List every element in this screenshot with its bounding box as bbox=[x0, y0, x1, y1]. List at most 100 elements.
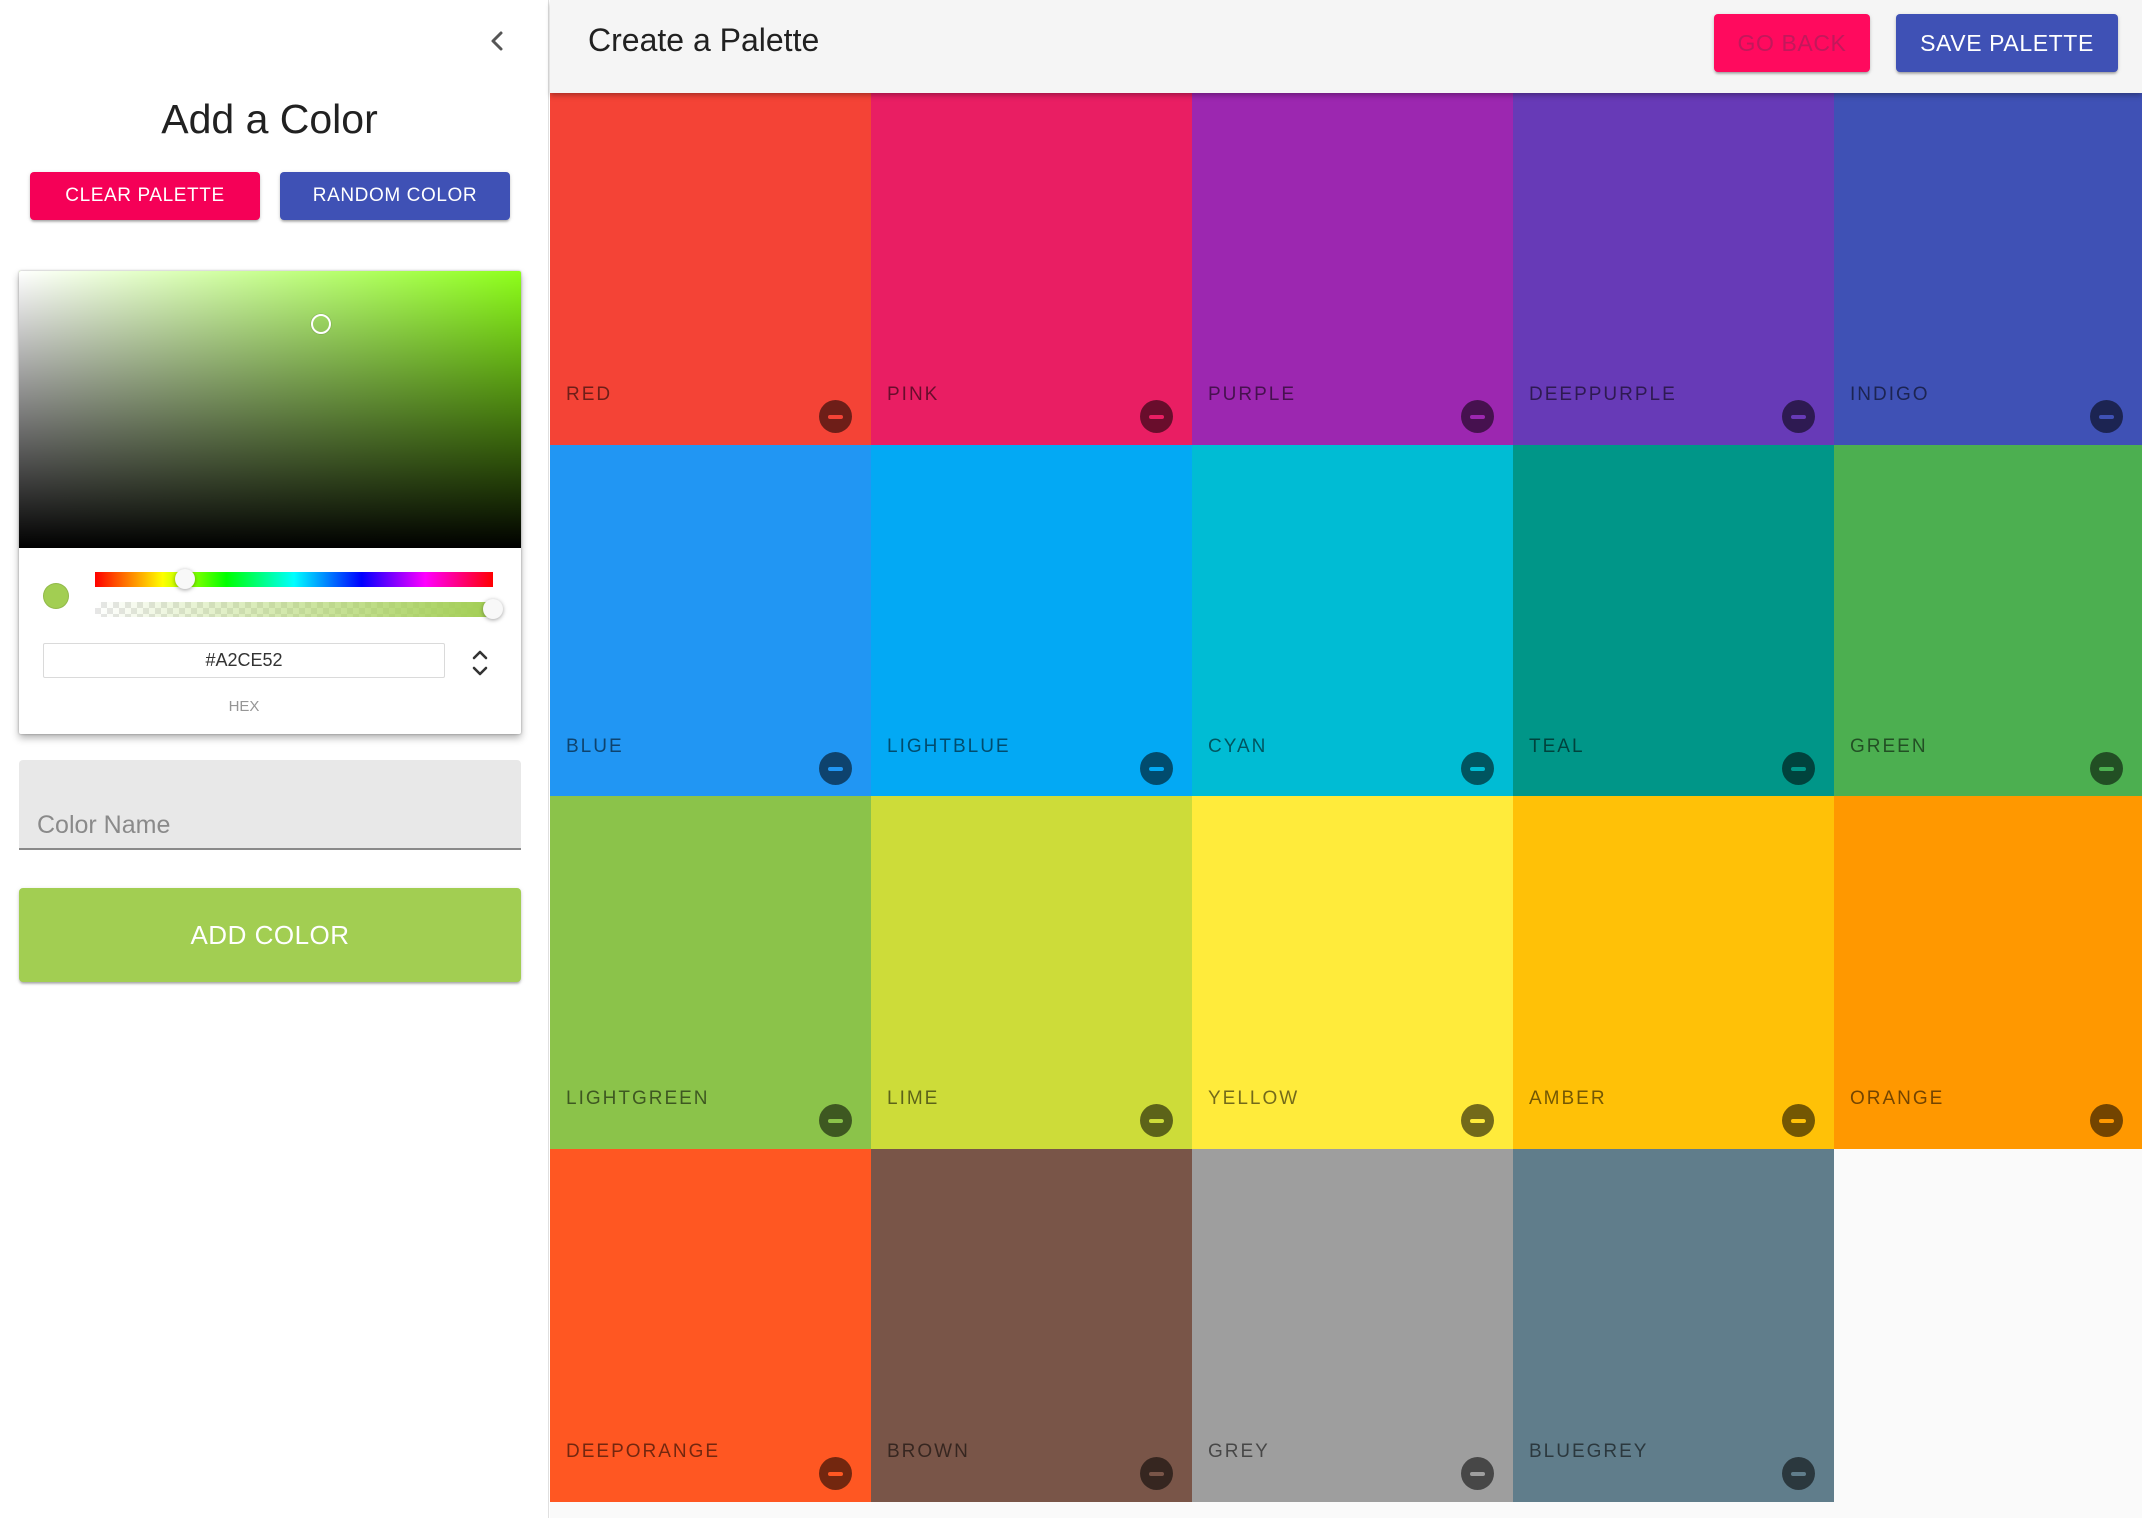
color-box-name: ORANGE bbox=[1850, 1088, 1945, 1109]
delete-color-button[interactable] bbox=[819, 400, 852, 433]
color-box[interactable]: RED bbox=[550, 93, 871, 445]
color-box[interactable]: TEAL bbox=[1513, 445, 1834, 797]
delete-color-button[interactable] bbox=[1461, 752, 1494, 785]
color-box[interactable]: AMBER bbox=[1513, 796, 1834, 1149]
hex-label: HEX bbox=[228, 698, 260, 715]
saturation-pointer[interactable] bbox=[311, 314, 331, 334]
color-box-name: INDIGO bbox=[1850, 384, 1930, 405]
delete-color-button[interactable] bbox=[1782, 1104, 1815, 1137]
color-box[interactable]: LIME bbox=[871, 796, 1192, 1149]
delete-color-button[interactable] bbox=[819, 752, 852, 785]
minus-icon bbox=[828, 414, 843, 419]
drawer: Add a Color CLEAR PALETTE RANDOM COLOR H… bbox=[0, 0, 549, 1518]
delete-color-button[interactable] bbox=[819, 1457, 852, 1490]
color-box[interactable]: GREY bbox=[1192, 1149, 1513, 1502]
hue-slider[interactable] bbox=[95, 569, 493, 589]
minus-icon bbox=[1791, 1118, 1806, 1123]
color-box[interactable]: LIGHTBLUE bbox=[871, 445, 1192, 797]
minus-icon bbox=[828, 1118, 843, 1123]
color-box-name: LIGHTGREEN bbox=[566, 1088, 710, 1109]
minus-icon bbox=[1791, 766, 1806, 771]
minus-icon bbox=[1149, 414, 1164, 419]
minus-icon bbox=[1149, 1118, 1164, 1123]
delete-color-button[interactable] bbox=[1140, 752, 1173, 785]
color-box[interactable]: PINK bbox=[871, 93, 1192, 445]
app-bar: Create a Palette GO BACK SAVE PALETTE bbox=[550, 0, 2142, 93]
color-box-name: LIGHTBLUE bbox=[887, 736, 1011, 757]
delete-color-button[interactable] bbox=[1461, 1104, 1494, 1137]
drawer-title: Add a Color bbox=[161, 96, 378, 142]
current-color-swatch bbox=[43, 583, 69, 609]
collapse-drawer-button[interactable] bbox=[482, 26, 512, 56]
minus-icon bbox=[1470, 766, 1485, 771]
minus-icon bbox=[1791, 414, 1806, 419]
color-box-name: AMBER bbox=[1529, 1088, 1607, 1109]
delete-color-button[interactable] bbox=[2090, 1104, 2123, 1137]
delete-color-button[interactable] bbox=[1461, 1457, 1494, 1490]
color-name-input[interactable] bbox=[19, 760, 521, 848]
color-box-name: LIME bbox=[887, 1088, 940, 1109]
color-box[interactable]: YELLOW bbox=[1192, 796, 1513, 1149]
delete-color-button[interactable] bbox=[1140, 1104, 1173, 1137]
delete-color-button[interactable] bbox=[819, 1104, 852, 1137]
color-box-name: RED bbox=[566, 384, 613, 405]
delete-color-button[interactable] bbox=[1782, 400, 1815, 433]
color-box-name: BLUEGREY bbox=[1529, 1441, 1649, 1462]
color-box[interactable]: ORANGE bbox=[1834, 796, 2142, 1149]
delete-color-button[interactable] bbox=[1782, 1457, 1815, 1490]
color-picker: HEX bbox=[19, 271, 521, 734]
up-down-chevron-icon bbox=[472, 650, 488, 676]
delete-color-button[interactable] bbox=[1140, 400, 1173, 433]
color-box[interactable]: CYAN bbox=[1192, 445, 1513, 797]
minus-icon bbox=[1470, 414, 1485, 419]
color-box-name: CYAN bbox=[1208, 736, 1268, 757]
minus-icon bbox=[1149, 1471, 1164, 1476]
color-box[interactable]: GREEN bbox=[1834, 445, 2142, 797]
delete-color-button[interactable] bbox=[2090, 752, 2123, 785]
color-box-name: PINK bbox=[887, 384, 940, 405]
hue-slider-handle[interactable] bbox=[175, 569, 195, 589]
minus-icon bbox=[2099, 414, 2114, 419]
alpha-slider-handle[interactable] bbox=[483, 599, 503, 619]
color-box-name: GREY bbox=[1208, 1441, 1270, 1462]
minus-icon bbox=[1149, 766, 1164, 771]
save-palette-button[interactable]: SAVE PALETTE bbox=[1896, 14, 2118, 72]
color-box-name: TEAL bbox=[1529, 736, 1585, 757]
color-box[interactable]: BROWN bbox=[871, 1149, 1192, 1502]
delete-color-button[interactable] bbox=[2090, 400, 2123, 433]
page-title: Create a Palette bbox=[588, 22, 820, 58]
color-box[interactable]: BLUEGREY bbox=[1513, 1149, 1834, 1502]
color-box[interactable]: LIGHTGREEN bbox=[550, 796, 871, 1149]
go-back-button[interactable]: GO BACK bbox=[1714, 14, 1870, 72]
delete-color-button[interactable] bbox=[1782, 752, 1815, 785]
minus-icon bbox=[828, 1471, 843, 1476]
minus-icon bbox=[828, 766, 843, 771]
delete-color-button[interactable] bbox=[1461, 400, 1494, 433]
color-box-name: GREEN bbox=[1850, 736, 1928, 757]
color-name-field[interactable] bbox=[19, 760, 521, 850]
color-box-name: DEEPORANGE bbox=[566, 1441, 721, 1462]
minus-icon bbox=[2099, 766, 2114, 771]
color-box[interactable]: BLUE bbox=[550, 445, 871, 797]
color-box[interactable]: PURPLE bbox=[1192, 93, 1513, 445]
color-box-name: BLUE bbox=[566, 736, 624, 757]
add-color-button[interactable]: ADD COLOR bbox=[19, 888, 521, 982]
format-toggle-button[interactable] bbox=[465, 645, 495, 681]
color-box-name: PURPLE bbox=[1208, 384, 1297, 405]
color-box-name: DEEPPURPLE bbox=[1529, 384, 1677, 405]
clear-palette-button[interactable]: CLEAR PALETTE bbox=[30, 172, 260, 220]
random-color-button[interactable]: RANDOM COLOR bbox=[280, 172, 510, 220]
delete-color-button[interactable] bbox=[1140, 1457, 1173, 1490]
color-box[interactable]: DEEPPURPLE bbox=[1513, 93, 1834, 445]
color-box[interactable]: INDIGO bbox=[1834, 93, 2142, 445]
hex-input[interactable] bbox=[43, 643, 445, 678]
color-box-name: BROWN bbox=[887, 1441, 970, 1462]
alpha-slider[interactable] bbox=[95, 599, 503, 619]
minus-icon bbox=[1791, 1471, 1806, 1476]
color-box-name: YELLOW bbox=[1208, 1088, 1300, 1109]
color-box[interactable]: DEEPORANGE bbox=[550, 1149, 871, 1502]
minus-icon bbox=[1470, 1118, 1485, 1123]
chevron-left-icon bbox=[491, 31, 503, 51]
minus-icon bbox=[2099, 1118, 2114, 1123]
saturation-area[interactable] bbox=[19, 271, 521, 548]
